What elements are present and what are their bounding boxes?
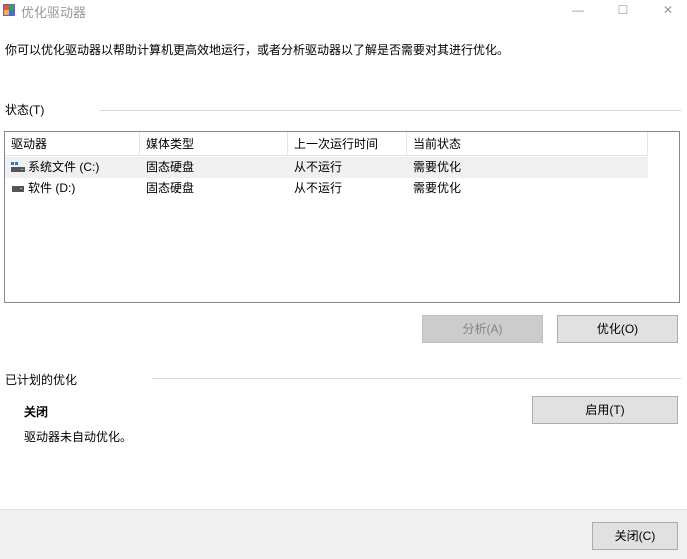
drive-icon [12,186,24,192]
column-header-media-type[interactable]: 媒体类型 [140,132,288,156]
maximize-button[interactable]: ☐ [600,0,646,22]
drive-name: 软件 (D:) [28,181,76,195]
media-type-cell: 固态硬盘 [146,160,195,174]
media-type-cell: 固态硬盘 [146,181,195,195]
status-group-label: 状态(T) [5,103,45,117]
dialog-footer [0,509,687,559]
current-status-cell: 需要优化 [413,181,462,195]
optimize-button[interactable]: 优化(O) [557,315,678,343]
drive-name-cell: 系统文件 (C:) [5,157,140,178]
last-run-cell: 从不运行 [294,181,343,195]
drive-name: 系统文件 (C:) [28,160,100,174]
drive-row-c[interactable]: 系统文件 (C:) 固态硬盘 从不运行 需要优化 [5,157,648,178]
last-run-cell: 从不运行 [294,160,343,174]
column-header-current-status[interactable]: 当前状态 [407,132,648,156]
drive-list[interactable]: 驱动器 媒体类型 上一次运行时间 当前状态 系统文件 (C:) 固态硬盘 从不运… [4,131,680,303]
schedule-state: 关闭 [24,405,49,419]
current-status-cell: 需要优化 [413,160,462,174]
drive-list-header: 驱动器 媒体类型 上一次运行时间 当前状态 [5,132,648,156]
analyze-button[interactable]: 分析(A) [422,315,543,343]
system-drive-icon [11,162,25,172]
close-window-button[interactable]: ✕ [645,0,687,22]
column-header-last-run[interactable]: 上一次运行时间 [288,132,407,156]
description-text: 你可以优化驱动器以帮助计算机更高效地运行，或者分析驱动器以了解是否需要对其进行优… [5,43,510,57]
defrag-app-icon [3,4,15,16]
drive-row-d[interactable]: 软件 (D:) 固态硬盘 从不运行 需要优化 [5,178,648,199]
schedule-group-label: 已计划的优化 [5,373,78,387]
minimize-button[interactable]: — [555,0,601,22]
column-header-drive[interactable]: 驱动器 [5,132,140,156]
close-button[interactable]: 关闭(C) [592,522,678,550]
schedule-group-divider [152,378,681,379]
status-group-divider [100,110,681,111]
schedule-description: 驱动器未自动优化。 [24,430,133,444]
drive-name-cell: 软件 (D:) [5,178,140,199]
enable-schedule-button[interactable]: 启用(T) [532,396,678,424]
title-bar: 优化驱动器 — ☐ ✕ [0,0,687,22]
window-title: 优化驱动器 [21,5,87,20]
